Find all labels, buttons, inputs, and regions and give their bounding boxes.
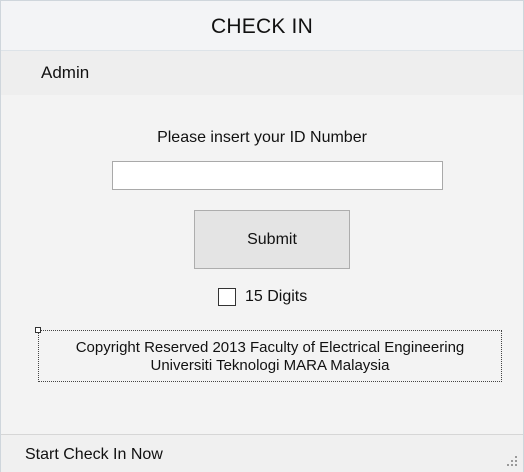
- menu-item-admin[interactable]: Admin: [41, 63, 89, 83]
- digits-checkbox[interactable]: [218, 288, 236, 306]
- digits-checkbox-label[interactable]: 15 Digits: [245, 288, 307, 306]
- resize-grip-icon[interactable]: [505, 454, 517, 466]
- title-bar: CHECK IN: [1, 1, 523, 51]
- status-bar: Start Check In Now: [1, 434, 523, 472]
- status-text: Start Check In Now: [25, 446, 163, 463]
- digits-checkbox-group[interactable]: 15 Digits: [218, 287, 307, 307]
- selection-handle: [35, 327, 41, 333]
- check-in-window: CHECK IN Admin Please insert your ID Num…: [0, 0, 524, 472]
- menu-bar: Admin: [1, 51, 523, 95]
- copyright-line-2: Universiti Teknologi MARA Malaysia: [150, 357, 390, 374]
- submit-button[interactable]: Submit: [194, 210, 350, 269]
- id-number-input[interactable]: [112, 161, 443, 190]
- id-prompt-label: Please insert your ID Number: [157, 129, 367, 146]
- window-title: CHECK IN: [211, 15, 313, 38]
- copyright-line-1: Copyright Reserved 2013 Faculty of Elect…: [75, 339, 465, 356]
- copyright-label: Copyright Reserved 2013 Faculty of Elect…: [35, 327, 502, 382]
